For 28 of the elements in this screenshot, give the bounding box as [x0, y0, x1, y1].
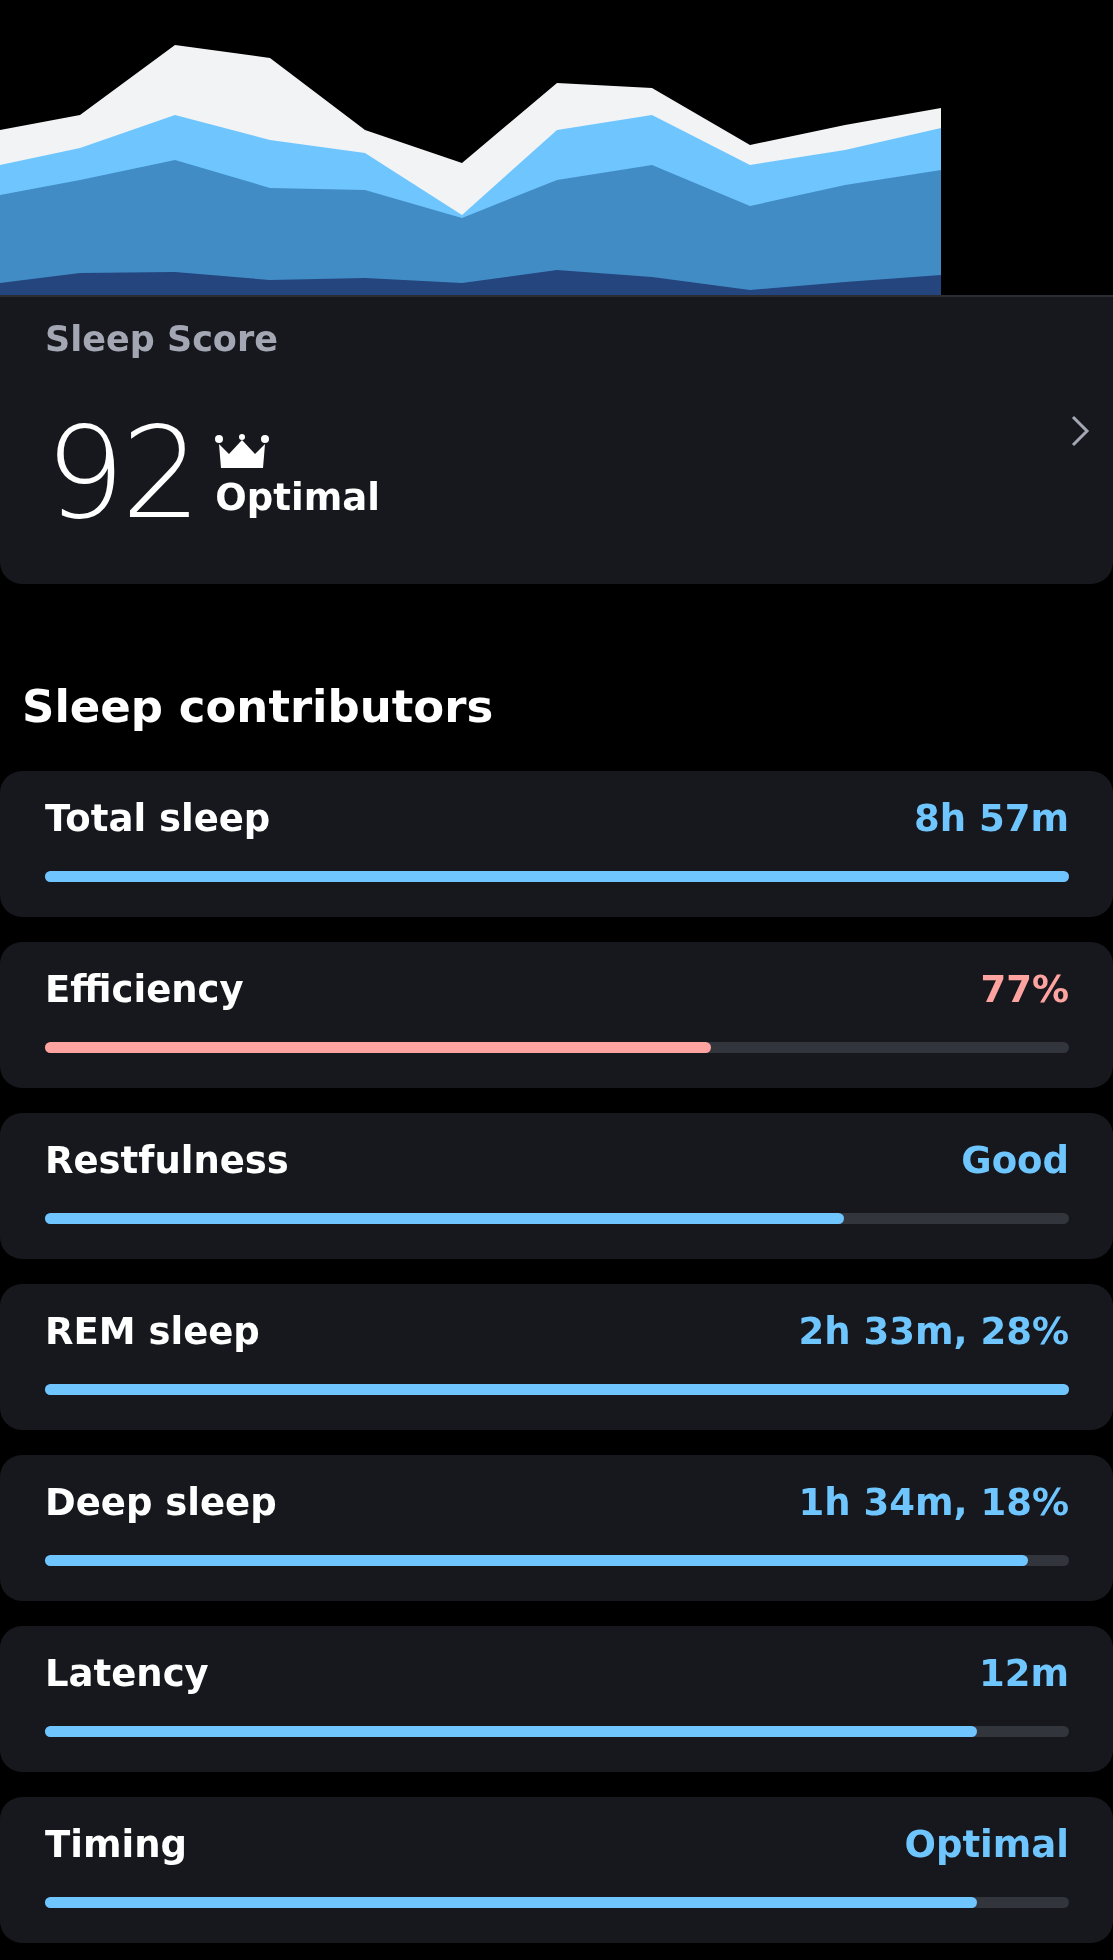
score-card[interactable]: Sleep Score 92 Optimal	[0, 297, 1113, 584]
contributor-value: Optimal	[904, 1823, 1069, 1866]
contributor-label: Latency	[45, 1652, 209, 1695]
contributor-value: 2h 33m, 28%	[798, 1310, 1069, 1353]
score-rating: Optimal	[215, 475, 380, 519]
card-title: Sleep Score	[45, 319, 278, 359]
section-title: Sleep contributors	[22, 680, 494, 733]
contributor-card[interactable]: Timing Optimal	[0, 1797, 1113, 1943]
contributor-value: Good	[961, 1139, 1069, 1182]
contributor-card[interactable]: REM sleep 2h 33m, 28%	[0, 1284, 1113, 1430]
contributor-card[interactable]: Latency 12m	[0, 1626, 1113, 1772]
contributor-label: Restfulness	[45, 1139, 289, 1182]
contributor-label: Timing	[45, 1823, 187, 1866]
contributor-label: REM sleep	[45, 1310, 260, 1353]
contributor-value: 12m	[978, 1652, 1069, 1695]
contributor-card[interactable]: Restfulness Good	[0, 1113, 1113, 1259]
contributor-card[interactable]: Total sleep 8h 57m	[0, 771, 1113, 917]
sleep-score: 92	[45, 411, 198, 537]
contributor-label: Deep sleep	[45, 1481, 277, 1524]
contributor-value: 1h 34m, 18%	[798, 1481, 1069, 1524]
contributor-card[interactable]: Efficiency 77%	[0, 942, 1113, 1088]
crown-icon	[215, 433, 270, 470]
chevron-icon[interactable]	[1069, 413, 1091, 449]
contributor-card[interactable]: Deep sleep 1h 34m, 18%	[0, 1455, 1113, 1601]
contributor-label: Efficiency	[45, 968, 244, 1011]
contributor-label: Total sleep	[45, 797, 271, 840]
contributor-value: 77%	[980, 968, 1069, 1011]
contributor-value: 8h 57m	[914, 797, 1069, 840]
